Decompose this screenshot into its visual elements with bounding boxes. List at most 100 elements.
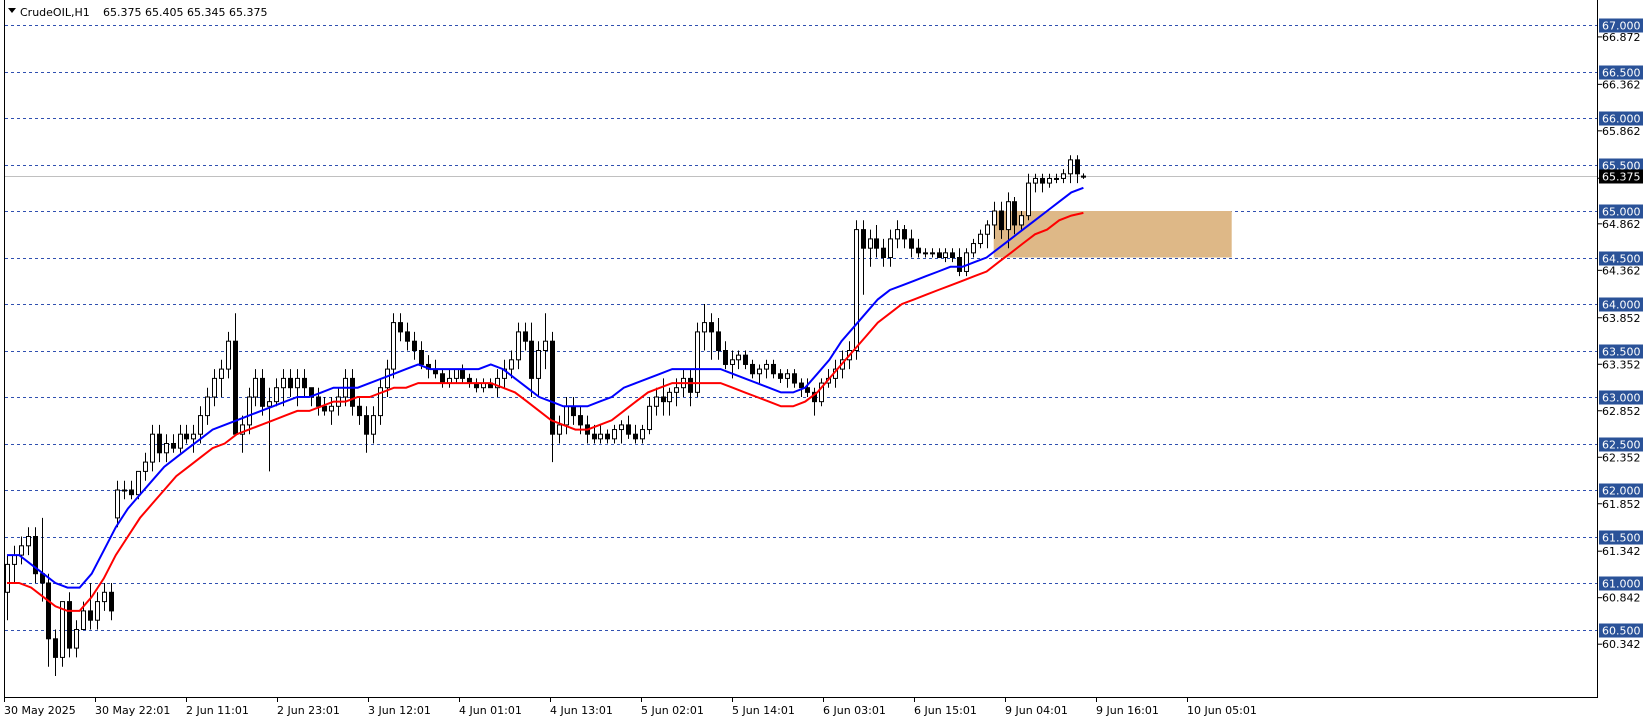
- candle-body: [937, 252, 942, 259]
- candle-body: [212, 377, 217, 398]
- time-tick-label: 9 Jun 04:01: [1005, 704, 1068, 717]
- candle-body: [1026, 182, 1031, 217]
- candle-body: [654, 396, 659, 407]
- candle-body: [723, 350, 728, 365]
- candle-body: [302, 377, 307, 389]
- level-tag-label: 61.500: [1602, 532, 1641, 545]
- candle-body: [102, 591, 107, 603]
- candle-body: [736, 354, 741, 361]
- candle-body: [253, 377, 258, 398]
- candle-body: [605, 433, 610, 440]
- candle-body: [916, 247, 921, 254]
- support-zone: [993, 211, 1232, 258]
- candle-body: [785, 373, 790, 379]
- candle-body: [5, 563, 10, 593]
- price-tick-label: 66.362: [1602, 78, 1641, 91]
- candle-body: [868, 238, 873, 249]
- ma-slow-line: [7, 211, 1084, 612]
- price-tick-label: 64.362: [1602, 264, 1641, 277]
- candle-body: [902, 229, 907, 240]
- candle-body: [295, 377, 300, 389]
- candle-body: [771, 363, 776, 375]
- time-tick-label: 2 Jun 23:01: [277, 704, 340, 717]
- candle-body: [923, 252, 928, 255]
- candle-body: [191, 433, 196, 440]
- candle-body: [19, 545, 24, 556]
- candle-body: [1012, 201, 1017, 226]
- candle-body: [523, 331, 528, 342]
- candle-body: [529, 340, 534, 379]
- candle-body: [564, 405, 569, 426]
- candle-body: [1040, 177, 1045, 184]
- level-tag-label: 63.000: [1602, 392, 1641, 405]
- level-tag-label: 66.000: [1602, 113, 1641, 126]
- candle-body: [757, 368, 762, 375]
- candle-body: [957, 257, 962, 272]
- level-tag-label: 65.000: [1602, 206, 1641, 219]
- candle-body: [999, 210, 1004, 231]
- time-tick-label: 6 Jun 15:01: [914, 704, 977, 717]
- candle-body: [702, 322, 707, 333]
- candle-body: [1047, 177, 1052, 184]
- candle-body: [509, 359, 514, 370]
- candle-body: [688, 377, 693, 393]
- candle-body: [992, 210, 997, 226]
- time-tick-label: 3 Jun 12:01: [368, 704, 431, 717]
- price-tick-label: 66.872: [1602, 31, 1641, 44]
- zone-rect: [993, 211, 1232, 258]
- candle-body: [419, 350, 424, 365]
- candle-body: [730, 359, 735, 365]
- candle-body: [709, 322, 714, 333]
- candle-body: [460, 368, 465, 379]
- candle-body: [205, 396, 210, 417]
- price-tick-label: 63.352: [1602, 358, 1641, 371]
- candle-body: [985, 224, 990, 235]
- candle-body: [350, 377, 355, 407]
- candle-body: [640, 429, 645, 440]
- candle-body: [316, 396, 321, 407]
- price-tick-label: 62.352: [1602, 451, 1641, 464]
- candle-body: [571, 405, 576, 417]
- candlestick-chart[interactable]: 66.87266.36265.86265.35264.86264.36263.8…: [0, 0, 1651, 719]
- price-tick-label: 65.862: [1602, 125, 1641, 138]
- time-tick-label: 30 May 2025: [4, 704, 76, 717]
- axes: [4, 0, 1598, 698]
- price-tick-label: 62.852: [1602, 405, 1641, 418]
- candle-body: [398, 322, 403, 333]
- candle-body: [1068, 159, 1073, 175]
- candle-body: [322, 405, 327, 412]
- candle-body: [743, 354, 748, 365]
- candle-body: [67, 601, 72, 649]
- price-tick-label: 60.842: [1602, 592, 1641, 605]
- candle-body: [674, 387, 679, 393]
- candle-body: [626, 424, 631, 435]
- candle-body: [88, 610, 93, 621]
- triangle-down-icon[interactable]: [8, 8, 16, 13]
- candle-body: [578, 415, 583, 426]
- candle-body: [412, 340, 417, 352]
- candle-body: [778, 373, 783, 379]
- candle-body: [799, 382, 804, 389]
- time-tick-label: 6 Jun 03:01: [823, 704, 886, 717]
- candle-body: [930, 252, 935, 255]
- candle-body: [874, 238, 879, 249]
- candle-body: [1054, 177, 1059, 180]
- candle-body: [46, 582, 51, 640]
- level-tag-label: 66.500: [1602, 67, 1641, 80]
- candle-body: [971, 243, 976, 254]
- candle-body: [978, 233, 983, 245]
- candle-body: [329, 405, 334, 412]
- current-price-label: 65.375: [1602, 171, 1641, 184]
- candle-body: [516, 331, 521, 361]
- candle-body: [391, 322, 396, 370]
- level-tag-label: 62.000: [1602, 485, 1641, 498]
- candle-body: [53, 638, 58, 658]
- candle-body: [109, 591, 114, 612]
- level-tag-label: 67.000: [1602, 20, 1641, 33]
- candle-body: [157, 433, 162, 454]
- price-tick-label: 61.342: [1602, 545, 1641, 558]
- candle-body: [267, 401, 272, 407]
- candle-body: [1006, 201, 1011, 231]
- candle-body: [716, 331, 721, 351]
- price-tick-label: 63.852: [1602, 312, 1641, 325]
